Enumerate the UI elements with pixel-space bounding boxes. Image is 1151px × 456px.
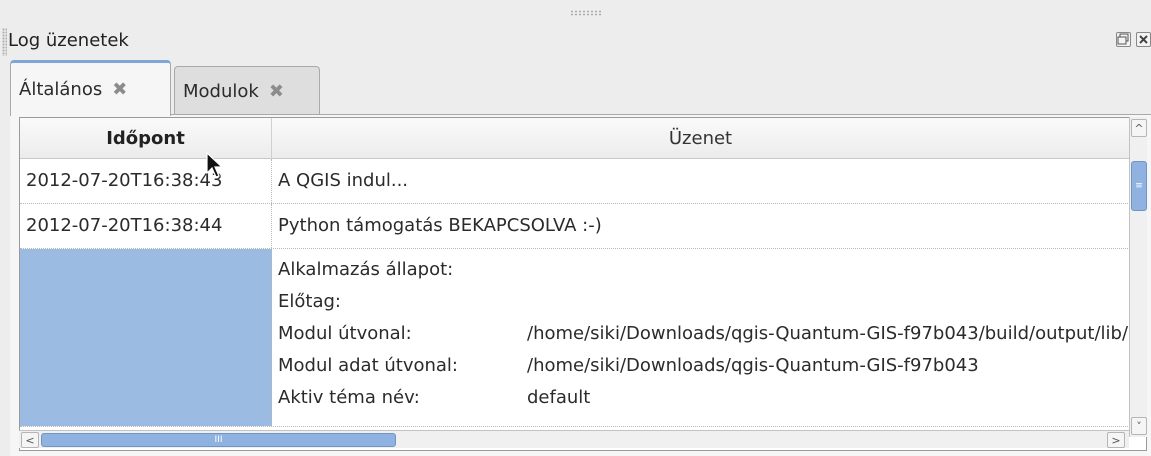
detail-line: Alkalmazás állapot:: [278, 254, 1130, 286]
mouse-pointer-icon: [206, 152, 224, 178]
table-row[interactable]: 2012-07-20T16:38:43 A QGIS indul...: [20, 159, 1130, 204]
log-table[interactable]: Időpont Üzenet 2012-07-20T16:38:43 A QGI…: [19, 117, 1147, 451]
detail-value: /home/siki/Downloads/qgis-Quantum-GIS-f9…: [527, 355, 979, 376]
float-icon[interactable]: [1116, 32, 1131, 47]
tab-modulok[interactable]: Modulok ✖: [174, 66, 320, 116]
detail-line: Aktiv téma név: default: [278, 382, 1130, 414]
row-time: 2012-07-20T16:38:43: [20, 159, 272, 203]
tab-label: Modulok: [183, 81, 259, 102]
column-header-time[interactable]: Időpont: [20, 118, 272, 159]
dock-title-bar[interactable]: Log üzenetek: [0, 26, 1151, 60]
column-header-message[interactable]: Üzenet: [272, 118, 1130, 159]
detail-line: Modul adat útvonal: /home/siki/Downloads/…: [278, 350, 1130, 382]
scroll-down-button[interactable]: ˅: [1131, 417, 1147, 435]
detail-value: default: [527, 387, 591, 408]
tab-label: Általános: [19, 79, 103, 100]
row-message-details: Alkalmazás állapot: Előtag: Modul útvona…: [278, 254, 1130, 414]
close-icon[interactable]: [1136, 32, 1151, 47]
scroll-left-button[interactable]: <: [21, 432, 39, 448]
scroll-up-button[interactable]: ^: [1131, 119, 1147, 137]
detail-value: /home/siki/Downloads/qgis-Quantum-GIS-f9…: [527, 323, 1130, 344]
detail-key: Modul adat útvonal:: [278, 355, 458, 376]
horizontal-scroll-thumb[interactable]: III: [41, 433, 396, 447]
table-body: 2012-07-20T16:38:43 A QGIS indul... 2012…: [20, 159, 1130, 427]
table-row[interactable]: 2012-07-20T16:38:44 Python támogatás BEK…: [20, 204, 1130, 249]
row-time: 2012-07-20T16:38:44: [20, 204, 272, 248]
detail-line: Modul útvonal: /home/siki/Downloads/qgis-…: [278, 318, 1130, 350]
dock-title: Log üzenetek: [8, 30, 129, 51]
tab-close-icon[interactable]: ✖: [269, 81, 284, 102]
scroll-right-button[interactable]: >: [1107, 432, 1125, 448]
tab-close-icon[interactable]: ✖: [112, 79, 127, 100]
table-header: Időpont Üzenet: [20, 118, 1130, 159]
vertical-scrollbar[interactable]: ^ ≡ ˅: [1129, 117, 1147, 437]
detail-key: Előtag:: [278, 291, 341, 312]
horizontal-scrollbar[interactable]: < III >: [19, 430, 1129, 448]
row-message: A QGIS indul...: [278, 170, 409, 191]
row-time-selected: [20, 249, 272, 426]
dock-resize-grip[interactable]: [570, 10, 602, 16]
vertical-scroll-thumb[interactable]: ≡: [1131, 161, 1147, 211]
tab-altalanos[interactable]: Általános ✖: [10, 60, 171, 116]
table-row-selected[interactable]: Alkalmazás állapot: Előtag: Modul útvona…: [20, 249, 1130, 427]
detail-line: Előtag:: [278, 286, 1130, 318]
row-message: Python támogatás BEKAPCSOLVA :-): [278, 215, 602, 236]
detail-key: Alkalmazás állapot:: [278, 259, 454, 280]
detail-key: Modul útvonal:: [278, 323, 412, 344]
title-grip[interactable]: [2, 28, 7, 56]
detail-key: Aktiv téma név:: [278, 387, 420, 408]
